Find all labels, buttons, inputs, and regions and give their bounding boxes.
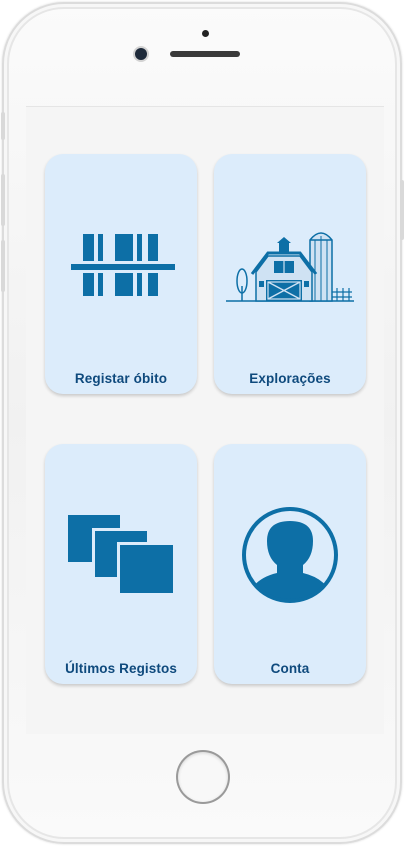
power-button bbox=[400, 180, 404, 240]
farm-icon bbox=[226, 232, 354, 302]
account-tile[interactable]: Conta bbox=[214, 444, 366, 684]
stacked-documents-icon bbox=[68, 515, 173, 593]
user-avatar-icon bbox=[242, 507, 338, 603]
recent-records-label: Últimos Registos bbox=[65, 661, 177, 676]
farms-label: Explorações bbox=[249, 371, 331, 386]
app-screen: Registar óbito Explorações Últimos Regis… bbox=[26, 106, 384, 734]
earpiece-speaker bbox=[170, 51, 240, 57]
home-button[interactable] bbox=[178, 752, 228, 802]
register-death-label: Registar óbito bbox=[74, 371, 168, 386]
account-label: Conta bbox=[270, 661, 310, 676]
mute-switch bbox=[1, 112, 5, 140]
front-camera-icon bbox=[135, 48, 147, 60]
register-death-tile[interactable]: Registar óbito bbox=[45, 154, 197, 394]
volume-up-button bbox=[1, 174, 5, 226]
barcode-icon bbox=[71, 234, 175, 296]
proximity-sensor bbox=[202, 30, 209, 37]
phone-frame: Registar óbito Explorações Últimos Regis… bbox=[1, 2, 404, 844]
recent-records-tile[interactable]: Últimos Registos bbox=[45, 444, 197, 684]
volume-down-button bbox=[1, 240, 5, 292]
farms-tile[interactable]: Explorações bbox=[214, 154, 366, 394]
